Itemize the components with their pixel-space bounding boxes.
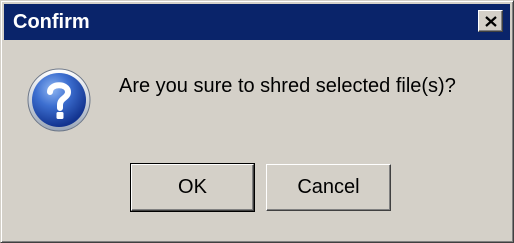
ok-button-label: OK bbox=[178, 176, 207, 198]
cancel-button[interactable]: Cancel bbox=[266, 164, 391, 211]
close-button[interactable] bbox=[478, 10, 503, 32]
title-bar[interactable]: Confirm bbox=[4, 4, 510, 40]
confirm-dialog: Confirm Are you sure to shred selected f… bbox=[0, 0, 514, 243]
question-icon bbox=[27, 68, 91, 132]
close-icon bbox=[485, 16, 497, 27]
confirm-message: Are you sure to shred selected file(s)? bbox=[119, 75, 456, 97]
ok-button[interactable]: OK bbox=[130, 163, 255, 212]
window-title: Confirm bbox=[13, 11, 90, 33]
cancel-button-label: Cancel bbox=[297, 176, 360, 198]
